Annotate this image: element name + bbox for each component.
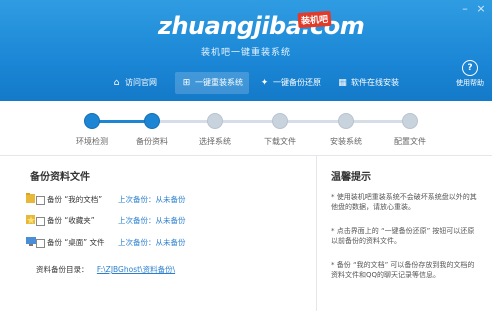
backup-favorites-checkbox[interactable] (36, 217, 45, 226)
step-dot (272, 113, 288, 129)
windows-icon: ⊞ (182, 78, 191, 88)
logo-badge: 装机吧 (297, 10, 332, 29)
step-dot (338, 113, 354, 129)
nav-item-reinstall[interactable]: ⊞ 一键重装系统 (175, 72, 249, 94)
backup-desktop-status: 上次备份：从未备份 (118, 238, 186, 247)
tips-title: 温馨提示 (331, 172, 371, 183)
step-dot (402, 113, 418, 129)
help-button[interactable]: ? 使用帮助 (452, 60, 488, 88)
backup-documents-checkbox[interactable] (36, 196, 45, 205)
step-dot (144, 113, 160, 129)
nav-item-backup-restore[interactable]: ✦ 一键备份还原 (253, 72, 327, 94)
close-icon[interactable]: × (474, 3, 488, 15)
nav-item-official-site[interactable]: ⌂ 访问官网 (105, 72, 163, 94)
app-subtitle: 装机吧一键重装系统 (200, 48, 291, 58)
folder-icon (26, 193, 35, 203)
backup-dir-label: 资料备份目录： (36, 265, 89, 274)
backup-directory: 资料备份目录： F:\ZJBGhost\资料备份\ (36, 264, 175, 275)
minimize-icon[interactable]: – (458, 3, 472, 15)
desktop-icon (26, 237, 36, 246)
nav-label: 访问官网 (125, 78, 157, 87)
step-label: 配置文件 (394, 137, 426, 146)
header-banner: – × zhuangjiba.com 装机吧 装机吧一键重装系统 ⌂ 访问官网 ⊞… (0, 0, 492, 101)
help-label: 使用帮助 (456, 79, 484, 87)
step-label: 环境检测 (76, 137, 108, 146)
step-dot (207, 113, 223, 129)
nav-label: 软件在线安装 (351, 78, 399, 87)
step-label: 选择系统 (199, 137, 231, 146)
logo-text: zhuangjiba.com (158, 12, 365, 40)
nav-label: 一键备份还原 (273, 78, 321, 87)
backup-dir-link[interactable]: F:\ZJBGhost\资料备份\ (97, 265, 175, 274)
nav-item-software[interactable]: ▦ 软件在线安装 (331, 72, 405, 94)
step-label: 安装系统 (330, 137, 362, 146)
home-icon: ⌂ (113, 78, 120, 88)
step-dot (84, 113, 100, 129)
grid-icon: ▦ (338, 78, 347, 88)
backup-title: 备份资料文件 (30, 172, 90, 183)
nav-label: 一键重装系统 (195, 78, 243, 87)
backup-desktop-checkbox[interactable] (36, 239, 45, 248)
tip-item: * 点击界面上的 “一键备份还原” 按钮可以还原以前备份的资料文件。 (331, 227, 475, 245)
backup-desktop-label: 备份 “桌面” 文件 (47, 238, 105, 247)
backup-documents-status: 上次备份：从未备份 (118, 195, 186, 204)
tip-item: * 备份 “我的文档” 可以备份存放到我的文档的资料文件和QQ的聊天记录等信息。 (331, 261, 475, 279)
help-icon: ? (462, 60, 478, 76)
backup-documents-label: 备份 “我的文档” (47, 195, 103, 204)
bird-icon: ✦ (260, 78, 269, 88)
backup-favorites-status: 上次备份：从未备份 (118, 216, 186, 225)
tip-item: * 使用装机吧重装系统不会破坏系统盘以外的其他盘的数据，请放心重装。 (331, 193, 477, 211)
logo: zhuangjiba.com 装机吧 (158, 10, 365, 42)
divider (316, 155, 317, 311)
step-label: 下载文件 (264, 137, 296, 146)
progress-track-done (92, 120, 152, 123)
backup-favorites-label: 备份 “收藏夹” (47, 216, 95, 225)
divider (0, 155, 492, 156)
star-folder-icon (26, 215, 35, 224)
step-label: 备份资料 (136, 137, 168, 146)
